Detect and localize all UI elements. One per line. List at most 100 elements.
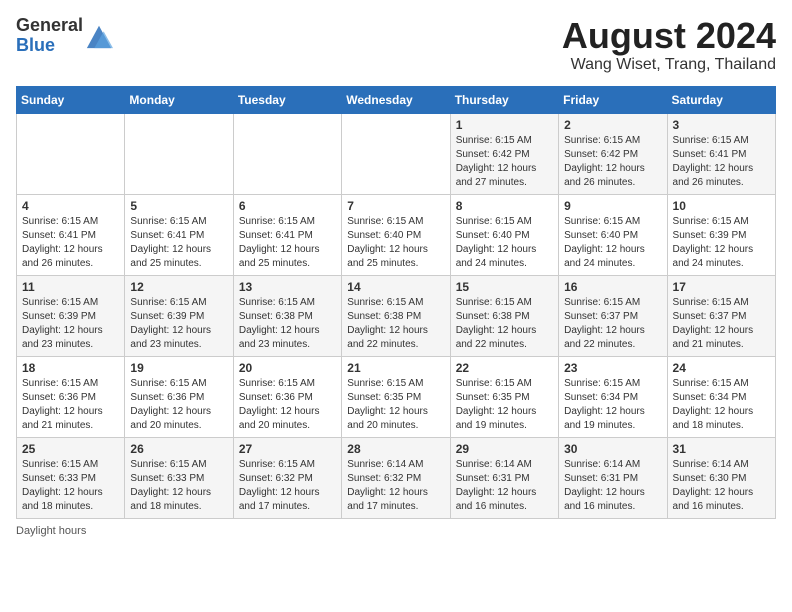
day-number: 12 (130, 280, 227, 294)
day-number: 7 (347, 199, 444, 213)
day-number: 9 (564, 199, 661, 213)
header-thursday: Thursday (450, 86, 558, 113)
day-info: Sunrise: 6:15 AM Sunset: 6:35 PM Dayligh… (456, 377, 553, 433)
day-info: Sunrise: 6:15 AM Sunset: 6:41 PM Dayligh… (130, 215, 227, 271)
day-info: Sunrise: 6:15 AM Sunset: 6:40 PM Dayligh… (456, 215, 553, 271)
logo-general-text: General (16, 15, 83, 35)
day-info: Sunrise: 6:15 AM Sunset: 6:41 PM Dayligh… (239, 215, 336, 271)
calendar-cell: 16 Sunrise: 6:15 AM Sunset: 6:37 PM Dayli… (559, 275, 667, 356)
calendar-cell: 23Sunrise: 6:15 AM Sunset: 6:34 PM Dayli… (559, 356, 667, 437)
calendar-cell: 26 Sunrise: 6:15 AM Sunset: 6:33 PM Dayli… (125, 437, 233, 518)
day-number: 21 (347, 361, 444, 375)
day-info: Sunrise: 6:15 AM Sunset: 6:33 PM Dayligh… (22, 458, 119, 514)
day-number: 30 (564, 442, 661, 456)
calendar-cell: 31 Sunrise: 6:14 AM Sunset: 6:30 PM Dayli… (667, 437, 775, 518)
calendar-cell: 18 Sunrise: 6:15 AM Sunset: 6:36 PM Dayli… (17, 356, 125, 437)
day-number: 10 (673, 199, 770, 213)
day-number: 11 (22, 280, 119, 294)
calendar-cell: 8 Sunrise: 6:15 AM Sunset: 6:40 PM Daylig… (450, 194, 558, 275)
calendar-cell (342, 113, 450, 194)
day-number: 19 (130, 361, 227, 375)
daylight-hours-label: Daylight hours (16, 525, 86, 537)
day-number: 24 (673, 361, 770, 375)
day-info: Sunrise: 6:15 AM Sunset: 6:36 PM Dayligh… (22, 377, 119, 433)
day-number: 27 (239, 442, 336, 456)
calendar-cell: 15 Sunrise: 6:15 AM Sunset: 6:38 PM Dayli… (450, 275, 558, 356)
month-year-title: August 2024 (562, 16, 776, 56)
day-info: Sunrise: 6:15 AM Sunset: 6:38 PM Dayligh… (347, 296, 444, 352)
calendar-week-row: 1 Sunrise: 6:15 AM Sunset: 6:42 PM Daylig… (17, 113, 776, 194)
calendar-cell: 1 Sunrise: 6:15 AM Sunset: 6:42 PM Daylig… (450, 113, 558, 194)
calendar-header-row: SundayMondayTuesdayWednesdayThursdayFrid… (17, 86, 776, 113)
day-number: 31 (673, 442, 770, 456)
day-number: 25 (22, 442, 119, 456)
footer-note: Daylight hours (16, 525, 776, 537)
day-info: Sunrise: 6:15 AM Sunset: 6:36 PM Dayligh… (130, 377, 227, 433)
day-info: Sunrise: 6:15 AM Sunset: 6:41 PM Dayligh… (22, 215, 119, 271)
day-number: 1 (456, 118, 553, 132)
calendar-cell: 30 Sunrise: 6:14 AM Sunset: 6:31 PM Dayli… (559, 437, 667, 518)
calendar-cell: 5 Sunrise: 6:15 AM Sunset: 6:41 PM Daylig… (125, 194, 233, 275)
location-subtitle: Wang Wiset, Trang, Thailand (562, 56, 776, 74)
calendar-week-row: 25 Sunrise: 6:15 AM Sunset: 6:33 PM Dayli… (17, 437, 776, 518)
day-number: 16 (564, 280, 661, 294)
day-info: Sunrise: 6:15 AM Sunset: 6:38 PM Dayligh… (239, 296, 336, 352)
calendar-cell: 20 Sunrise: 6:15 AM Sunset: 6:36 PM Dayli… (233, 356, 341, 437)
day-number: 26 (130, 442, 227, 456)
day-info: Sunrise: 6:15 AM Sunset: 6:40 PM Dayligh… (347, 215, 444, 271)
day-info: Sunrise: 6:15 AM Sunset: 6:36 PM Dayligh… (239, 377, 336, 433)
day-info: Sunrise: 6:14 AM Sunset: 6:32 PM Dayligh… (347, 458, 444, 514)
calendar-week-row: 4Sunrise: 6:15 AM Sunset: 6:41 PM Daylig… (17, 194, 776, 275)
day-number: 17 (673, 280, 770, 294)
calendar-cell: 14 Sunrise: 6:15 AM Sunset: 6:38 PM Dayli… (342, 275, 450, 356)
calendar-cell: 24 Sunrise: 6:15 AM Sunset: 6:34 PM Dayli… (667, 356, 775, 437)
title-block: August 2024 Wang Wiset, Trang, Thailand (562, 16, 776, 74)
day-number: 2 (564, 118, 661, 132)
day-info: Sunrise: 6:15 AM Sunset: 6:37 PM Dayligh… (564, 296, 661, 352)
calendar-cell: 28Sunrise: 6:14 AM Sunset: 6:32 PM Dayli… (342, 437, 450, 518)
day-info: Sunrise: 6:15 AM Sunset: 6:42 PM Dayligh… (456, 134, 553, 190)
calendar-cell: 29Sunrise: 6:14 AM Sunset: 6:31 PM Dayli… (450, 437, 558, 518)
day-number: 15 (456, 280, 553, 294)
day-info: Sunrise: 6:15 AM Sunset: 6:33 PM Dayligh… (130, 458, 227, 514)
calendar-cell: 17 Sunrise: 6:15 AM Sunset: 6:37 PM Dayli… (667, 275, 775, 356)
calendar-cell: 6 Sunrise: 6:15 AM Sunset: 6:41 PM Daylig… (233, 194, 341, 275)
day-number: 5 (130, 199, 227, 213)
calendar-cell (125, 113, 233, 194)
calendar-cell: 7 Sunrise: 6:15 AM Sunset: 6:40 PM Daylig… (342, 194, 450, 275)
day-info: Sunrise: 6:15 AM Sunset: 6:35 PM Dayligh… (347, 377, 444, 433)
header-saturday: Saturday (667, 86, 775, 113)
day-number: 20 (239, 361, 336, 375)
calendar-cell: 3 Sunrise: 6:15 AM Sunset: 6:41 PM Daylig… (667, 113, 775, 194)
calendar-cell: 4Sunrise: 6:15 AM Sunset: 6:41 PM Daylig… (17, 194, 125, 275)
day-info: Sunrise: 6:15 AM Sunset: 6:39 PM Dayligh… (673, 215, 770, 271)
calendar-cell: 10 Sunrise: 6:15 AM Sunset: 6:39 PM Dayli… (667, 194, 775, 275)
day-number: 22 (456, 361, 553, 375)
day-info: Sunrise: 6:15 AM Sunset: 6:37 PM Dayligh… (673, 296, 770, 352)
day-info: Sunrise: 6:14 AM Sunset: 6:30 PM Dayligh… (673, 458, 770, 514)
header-friday: Friday (559, 86, 667, 113)
logo: General Blue (16, 16, 113, 56)
day-number: 8 (456, 199, 553, 213)
header-wednesday: Wednesday (342, 86, 450, 113)
day-info: Sunrise: 6:15 AM Sunset: 6:41 PM Dayligh… (673, 134, 770, 190)
day-info: Sunrise: 6:15 AM Sunset: 6:34 PM Dayligh… (564, 377, 661, 433)
calendar-week-row: 11 Sunrise: 6:15 AM Sunset: 6:39 PM Dayli… (17, 275, 776, 356)
day-number: 18 (22, 361, 119, 375)
logo-icon (85, 22, 113, 50)
day-number: 6 (239, 199, 336, 213)
calendar-cell: 13Sunrise: 6:15 AM Sunset: 6:38 PM Dayli… (233, 275, 341, 356)
header-tuesday: Tuesday (233, 86, 341, 113)
day-info: Sunrise: 6:15 AM Sunset: 6:34 PM Dayligh… (673, 377, 770, 433)
page-header: General Blue August 2024 Wang Wiset, Tra… (16, 16, 776, 74)
calendar-cell: 12Sunrise: 6:15 AM Sunset: 6:39 PM Dayli… (125, 275, 233, 356)
day-info: Sunrise: 6:14 AM Sunset: 6:31 PM Dayligh… (456, 458, 553, 514)
calendar-cell: 2Sunrise: 6:15 AM Sunset: 6:42 PM Daylig… (559, 113, 667, 194)
calendar-cell: 25 Sunrise: 6:15 AM Sunset: 6:33 PM Dayli… (17, 437, 125, 518)
day-number: 3 (673, 118, 770, 132)
day-number: 14 (347, 280, 444, 294)
day-info: Sunrise: 6:15 AM Sunset: 6:38 PM Dayligh… (456, 296, 553, 352)
day-info: Sunrise: 6:14 AM Sunset: 6:31 PM Dayligh… (564, 458, 661, 514)
day-info: Sunrise: 6:15 AM Sunset: 6:39 PM Dayligh… (22, 296, 119, 352)
calendar-cell (233, 113, 341, 194)
